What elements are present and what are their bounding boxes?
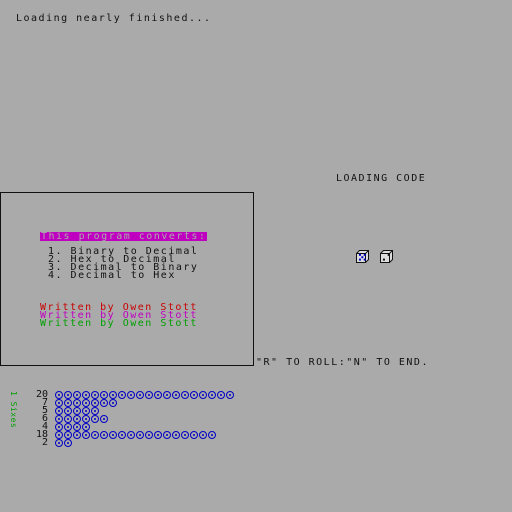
histogram-mark bbox=[172, 391, 180, 399]
histogram-mark bbox=[55, 423, 63, 431]
histogram-mark bbox=[208, 431, 216, 439]
histogram-mark bbox=[64, 407, 72, 415]
histogram-mark bbox=[64, 431, 72, 439]
histogram-mark bbox=[145, 431, 153, 439]
credit-line: Written by Owen Stott bbox=[40, 318, 198, 329]
die-pip bbox=[382, 258, 385, 261]
histogram-mark bbox=[91, 431, 99, 439]
histogram-mark bbox=[190, 431, 198, 439]
histogram-mark bbox=[181, 391, 189, 399]
histogram-mark bbox=[136, 391, 144, 399]
histogram-mark bbox=[154, 391, 162, 399]
histogram-mark bbox=[199, 431, 207, 439]
histogram-mark bbox=[163, 431, 171, 439]
die-pip bbox=[361, 256, 364, 259]
conversion-menu: 1. Binary to Decimal 2. Hex to Decimal 3… bbox=[48, 247, 198, 281]
histogram-mark bbox=[82, 431, 90, 439]
histogram-mark bbox=[73, 423, 81, 431]
histogram-row: 18 bbox=[30, 430, 217, 440]
histogram-mark bbox=[64, 391, 72, 399]
die-pip bbox=[363, 258, 366, 261]
histogram-mark bbox=[64, 439, 72, 447]
histogram-mark bbox=[100, 399, 108, 407]
histogram-mark bbox=[181, 431, 189, 439]
die-pip bbox=[358, 258, 361, 261]
histogram-mark bbox=[55, 415, 63, 423]
histogram-mark bbox=[208, 391, 216, 399]
histogram-mark bbox=[64, 423, 72, 431]
histogram-mark bbox=[73, 431, 81, 439]
roll-prompt: "R" TO ROLL:"N" TO END. bbox=[256, 357, 429, 368]
program-info-panel: This program converts: 1. Binary to Deci… bbox=[0, 192, 254, 366]
histogram-mark bbox=[109, 399, 117, 407]
histogram-mark bbox=[118, 391, 126, 399]
histogram-mark bbox=[64, 399, 72, 407]
histogram-mark bbox=[55, 439, 63, 447]
histogram-mark bbox=[226, 391, 234, 399]
histogram-mark bbox=[64, 415, 72, 423]
histogram-mark bbox=[100, 415, 108, 423]
histogram-mark bbox=[82, 407, 90, 415]
histogram-mark bbox=[127, 391, 135, 399]
histogram-mark bbox=[136, 431, 144, 439]
histogram-mark bbox=[154, 431, 162, 439]
histogram-row: 2 bbox=[30, 437, 73, 448]
menu-item-decimal-to-hex[interactable]: 4. Decimal to Hex bbox=[48, 271, 198, 281]
histogram-mark bbox=[109, 391, 117, 399]
die-pip bbox=[358, 253, 361, 256]
die-pip bbox=[387, 253, 390, 256]
histogram-mark bbox=[199, 391, 207, 399]
histogram-row: 5 bbox=[30, 406, 100, 416]
histogram-axis-label: 1 Sixes bbox=[9, 391, 18, 429]
histogram-mark bbox=[172, 431, 180, 439]
histogram-mark bbox=[82, 423, 90, 431]
histogram-mark bbox=[73, 415, 81, 423]
histogram-mark bbox=[82, 399, 90, 407]
histogram-mark bbox=[55, 391, 63, 399]
histogram-mark bbox=[100, 431, 108, 439]
histogram-mark bbox=[82, 415, 90, 423]
histogram-mark bbox=[217, 391, 225, 399]
die-icon bbox=[380, 250, 393, 263]
histogram-mark bbox=[109, 431, 117, 439]
credits: Written by Owen Stott Written by Owen St… bbox=[40, 303, 198, 329]
histogram-mark bbox=[73, 407, 81, 415]
status-line: Loading nearly finished... bbox=[16, 13, 212, 24]
histogram-mark bbox=[91, 407, 99, 415]
histogram-mark bbox=[73, 391, 81, 399]
histogram-mark bbox=[127, 431, 135, 439]
die-pip bbox=[363, 253, 366, 256]
histogram-mark bbox=[55, 431, 63, 439]
histogram-mark bbox=[163, 391, 171, 399]
histogram-mark bbox=[55, 407, 63, 415]
loading-code-label: LOADING CODE bbox=[336, 173, 427, 184]
panel-title: This program converts: bbox=[40, 231, 208, 242]
histogram-mark bbox=[91, 399, 99, 407]
histogram-mark bbox=[100, 391, 108, 399]
histogram-mark bbox=[91, 415, 99, 423]
histogram-mark bbox=[73, 399, 81, 407]
histogram-mark bbox=[82, 391, 90, 399]
histogram-mark bbox=[91, 391, 99, 399]
histogram-mark bbox=[145, 391, 153, 399]
die-icon bbox=[356, 250, 369, 263]
histogram-row: 20 bbox=[30, 390, 235, 400]
histogram-mark bbox=[118, 431, 126, 439]
histogram-mark bbox=[55, 399, 63, 407]
histogram-mark bbox=[190, 391, 198, 399]
histogram-count: 2 bbox=[41, 437, 48, 448]
